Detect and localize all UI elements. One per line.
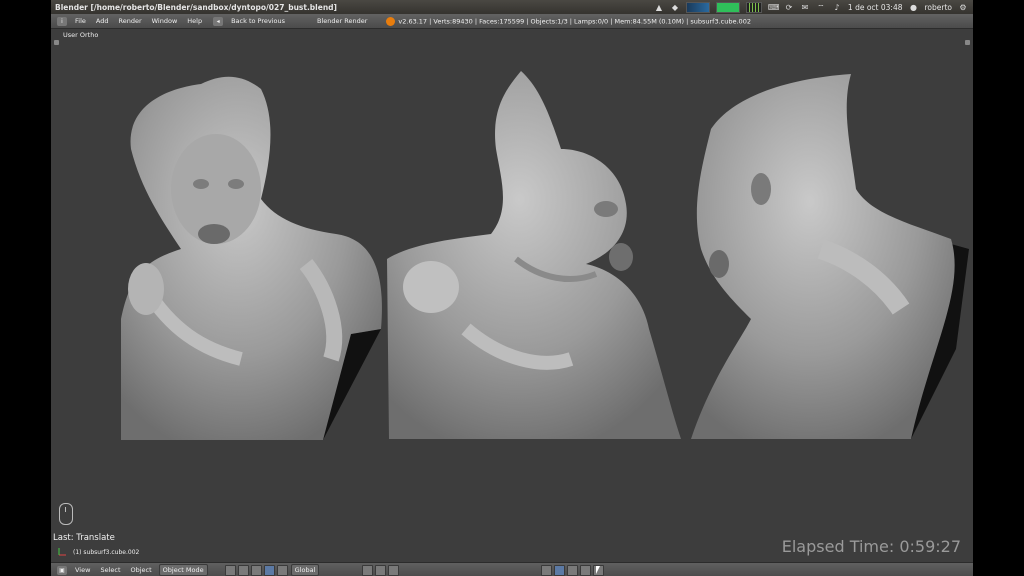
dropbox-icon[interactable]: ◆ bbox=[670, 3, 680, 12]
mail-icon[interactable]: ✉ bbox=[800, 3, 810, 12]
orientation-label: Global bbox=[294, 566, 316, 574]
snap-element-icon[interactable] bbox=[567, 564, 579, 576]
editor-type-icon[interactable]: i bbox=[57, 16, 67, 26]
render-preview-icon[interactable] bbox=[580, 564, 592, 576]
render-engine-select[interactable]: Blender Render bbox=[312, 17, 372, 25]
bust-front-view bbox=[121, 76, 382, 441]
sync-icon[interactable]: ⟳ bbox=[784, 3, 794, 12]
gear-icon[interactable]: ⚙ bbox=[958, 3, 968, 12]
scene-stats: v2.63.17 | Verts:89430 | Faces:175599 | … bbox=[386, 16, 751, 26]
mouse-icon bbox=[59, 503, 73, 525]
rotate-manipulator-icon[interactable] bbox=[276, 564, 288, 576]
screen-frame: Blender [/home/roberto/Blender/sandbox/d… bbox=[51, 0, 973, 576]
window-title: Blender [/home/roberto/Blender/sandbox/d… bbox=[55, 2, 337, 12]
axis-icon bbox=[58, 548, 66, 556]
os-top-panel: Blender [/home/roberto/Blender/sandbox/d… bbox=[51, 0, 973, 14]
viewport-shading-icon[interactable] bbox=[224, 564, 236, 576]
mode-label: Object Mode bbox=[162, 566, 204, 574]
manipulator-icon[interactable] bbox=[250, 564, 262, 576]
volume-icon[interactable]: ♪ bbox=[832, 3, 842, 12]
blender-logo-icon bbox=[386, 16, 396, 26]
back-icon: ◂ bbox=[213, 16, 224, 26]
menu-window[interactable]: Window bbox=[147, 17, 183, 25]
snap-icon[interactable] bbox=[554, 564, 566, 576]
mode-select[interactable]: Object Mode bbox=[158, 564, 208, 576]
last-operator: Last: Translate bbox=[53, 533, 115, 543]
menu-view[interactable]: View bbox=[70, 566, 95, 574]
system-tray: ▲ ◆ ⌨ ⟳ ✉ ⌔ ♪ 1 de oct 03:48 ● roberto ⚙ bbox=[654, 1, 973, 13]
menu-select[interactable]: Select bbox=[95, 566, 125, 574]
back-to-previous-button[interactable]: Back to Previous bbox=[226, 17, 290, 25]
3d-viewport[interactable]: User Ortho Last: Translate (1) subsurf3.… bbox=[51, 29, 973, 562]
layer-1-icon[interactable] bbox=[362, 564, 374, 576]
mouse-cursor-icon bbox=[596, 566, 600, 574]
network-meter-icon[interactable] bbox=[745, 1, 762, 13]
elapsed-time: Elapsed Time: 0:59:27 bbox=[781, 537, 961, 556]
menu-add[interactable]: Add bbox=[91, 17, 114, 25]
keyboard-icon[interactable]: ⌨ bbox=[768, 3, 780, 12]
clock[interactable]: 1 de oct 03:48 bbox=[848, 3, 903, 12]
editor-type-icon-3d[interactable]: ▣ bbox=[57, 565, 67, 575]
proportional-edit-icon[interactable] bbox=[541, 564, 553, 576]
translate-manipulator-icon[interactable] bbox=[263, 564, 275, 576]
active-object-name: (1) subsurf3.cube.002 bbox=[73, 549, 140, 556]
menu-help[interactable]: Help bbox=[182, 17, 207, 25]
menu-object[interactable]: Object bbox=[126, 566, 157, 574]
vlc-icon[interactable]: ▲ bbox=[654, 3, 664, 12]
menu-file[interactable]: File bbox=[70, 17, 91, 25]
menu-render[interactable]: Render bbox=[113, 17, 146, 25]
user-name[interactable]: roberto bbox=[925, 3, 953, 12]
wifi-icon[interactable]: ⌔ bbox=[816, 3, 826, 12]
stats-text: v2.63.17 | Verts:89430 | Faces:175599 | … bbox=[398, 17, 751, 25]
layer-3-icon[interactable] bbox=[388, 564, 400, 576]
sculpt-busts bbox=[121, 71, 969, 441]
transform-orientation-select[interactable]: Global bbox=[290, 564, 320, 576]
layer-2-icon[interactable] bbox=[375, 564, 387, 576]
info-header: i File Add Render Window Help ◂ Back to … bbox=[51, 14, 973, 29]
memory-meter-icon[interactable] bbox=[715, 1, 740, 13]
cpu-meter-icon[interactable] bbox=[685, 1, 710, 13]
bust-side-view bbox=[691, 74, 969, 439]
3d-view-header: ▣ View Select Object Object Mode Global bbox=[51, 562, 973, 576]
bust-three-quarter-view bbox=[387, 71, 681, 439]
user-icon: ● bbox=[910, 2, 917, 12]
pivot-point-icon[interactable] bbox=[237, 564, 249, 576]
